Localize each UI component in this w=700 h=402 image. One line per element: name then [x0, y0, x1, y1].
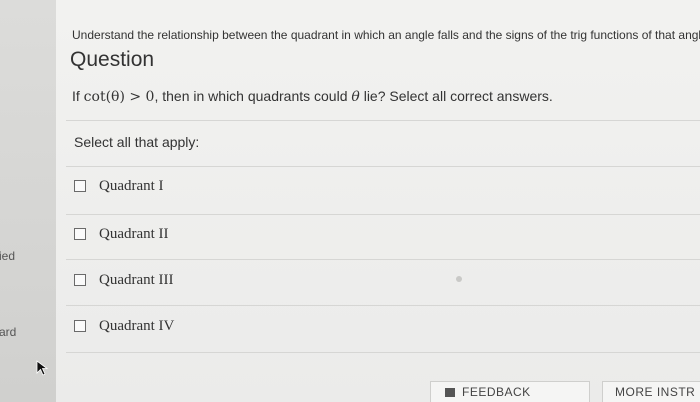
divider — [66, 259, 700, 260]
option-label: Quadrant I — [99, 177, 164, 194]
nav-item-label-partial[interactable]: ard — [0, 325, 16, 339]
option-label: Quadrant III — [99, 271, 174, 288]
feedback-icon — [445, 387, 455, 397]
question-prefix: If — [72, 88, 84, 104]
more-instructions-button[interactable]: MORE INSTR — [602, 381, 700, 402]
learning-objective: Understand the relationship between the … — [72, 28, 700, 42]
math-expression: cot(θ) > 0 — [83, 89, 155, 105]
checkbox[interactable] — [74, 228, 86, 240]
left-navigation: ied ard — [0, 0, 56, 402]
loading-dot — [456, 276, 462, 282]
more-instructions-label: MORE INSTR — [615, 385, 696, 399]
divider — [66, 214, 700, 215]
option-label: Quadrant II — [99, 225, 169, 242]
answer-option-quadrant-3[interactable]: Quadrant III — [74, 270, 174, 290]
question-heading: Question — [70, 48, 155, 71]
math-variable: θ — [351, 89, 360, 105]
checkbox[interactable] — [74, 274, 86, 286]
feedback-button[interactable]: FEEDBACK — [430, 381, 590, 402]
question-card: Understand the relationship between the … — [56, 0, 700, 402]
checkbox[interactable] — [74, 180, 86, 192]
cursor-icon — [36, 360, 49, 376]
divider — [66, 305, 700, 306]
nav-item-label-partial[interactable]: ied — [0, 249, 15, 263]
answer-option-quadrant-2[interactable]: Quadrant II — [74, 224, 169, 244]
option-label: Quadrant IV — [99, 317, 175, 334]
select-all-instruction: Select all that apply: — [74, 134, 200, 150]
divider — [66, 120, 700, 121]
question-suffix: lie? Select all correct answers. — [359, 88, 553, 104]
question-middle: , then in which quadrants could — [154, 88, 352, 104]
answer-option-quadrant-1[interactable]: Quadrant I — [74, 176, 164, 196]
question-text: If cot(θ) > 0, then in which quadrants c… — [72, 88, 553, 105]
divider — [66, 352, 700, 353]
divider — [66, 166, 700, 167]
feedback-label: FEEDBACK — [462, 385, 531, 399]
checkbox[interactable] — [74, 320, 86, 332]
answer-option-quadrant-4[interactable]: Quadrant IV — [74, 316, 174, 336]
